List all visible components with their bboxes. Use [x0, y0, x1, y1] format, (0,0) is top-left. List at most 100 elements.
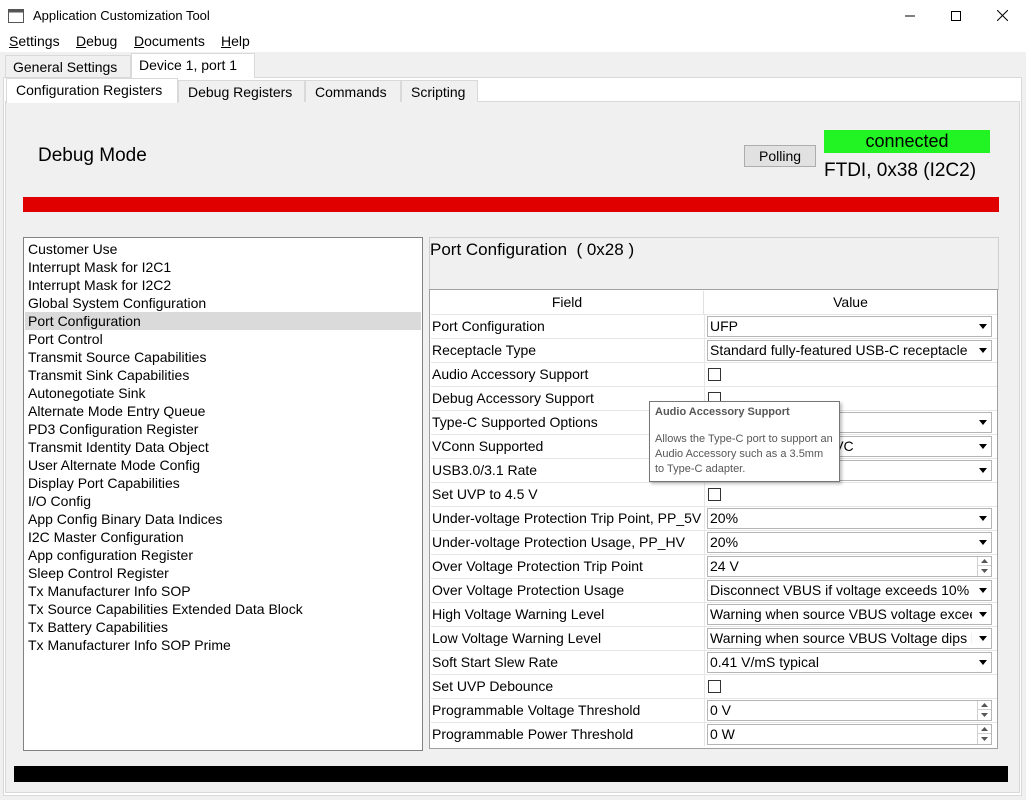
register-list-item[interactable]: Transmit Source Capabilities	[25, 348, 421, 366]
field-name: Soft Start Slew Rate	[431, 651, 705, 674]
field-value-cell	[706, 363, 997, 386]
mode-label: Debug Mode	[38, 145, 147, 166]
grid-row: Under-voltage Protection Trip Point, PP_…	[431, 506, 997, 530]
spin-down-icon[interactable]	[978, 734, 991, 743]
register-list-item[interactable]: Alternate Mode Entry Queue	[25, 402, 421, 420]
maximize-button[interactable]	[933, 0, 979, 31]
chevron-down-icon[interactable]	[975, 509, 991, 528]
menu-documents-label: ocuments	[144, 33, 205, 49]
register-list-item[interactable]: Display Port Capabilities	[25, 474, 421, 492]
register-list-item[interactable]: User Alternate Mode Config	[25, 456, 421, 474]
dropdown-value: 20%	[710, 510, 739, 526]
spin-down-icon[interactable]	[978, 566, 991, 575]
grid-row: Soft Start Slew Rate 0.41 V/mS typical	[431, 650, 997, 674]
chevron-down-icon[interactable]	[975, 605, 991, 624]
column-header-field[interactable]: Field	[431, 291, 704, 314]
chevron-down-icon[interactable]	[975, 341, 991, 360]
minimize-button[interactable]	[887, 0, 933, 31]
tab-general-settings[interactable]: General Settings	[5, 55, 131, 77]
device-info: FTDI, 0x38 (I2C2)	[824, 160, 977, 181]
menu-debug[interactable]: Debug	[76, 33, 117, 49]
grid-row: Programmable Voltage Threshold 0 V	[431, 698, 997, 722]
value-dropdown[interactable]: UFP	[707, 316, 992, 337]
window-title: Application Customization Tool	[33, 8, 210, 23]
grid-row: Receptacle Type Standard fully-featured U…	[431, 338, 997, 362]
chevron-down-icon[interactable]	[975, 581, 991, 600]
chevron-down-icon[interactable]	[975, 533, 991, 552]
value-spinbox[interactable]: 0 V	[707, 700, 992, 721]
grid-row: Over Voltage Protection Trip Point 24 V	[431, 554, 997, 578]
register-list-item[interactable]: PD3 Configuration Register	[25, 420, 421, 438]
value-dropdown[interactable]: Warning when source VBUS voltage excee	[707, 604, 992, 625]
chevron-down-icon[interactable]	[975, 461, 991, 480]
tab-commands[interactable]: Commands	[305, 80, 401, 102]
close-button[interactable]	[979, 0, 1025, 31]
polling-button[interactable]: Polling	[744, 145, 816, 167]
value-dropdown[interactable]: 20%	[707, 508, 992, 529]
register-list-item[interactable]: Tx Manufacturer Info SOP	[25, 582, 421, 600]
menu-documents[interactable]: Documents	[134, 33, 205, 49]
register-list-item[interactable]: Port Control	[25, 330, 421, 348]
value-dropdown[interactable]: Standard fully-featured USB-C receptacle	[707, 340, 992, 361]
register-list-item[interactable]: Global System Configuration	[25, 294, 421, 312]
chevron-down-icon[interactable]	[975, 437, 991, 456]
menu-help[interactable]: Help	[221, 33, 250, 49]
field-value-cell: 20%	[706, 531, 997, 554]
register-list-item[interactable]: Customer Use	[25, 240, 421, 258]
field-name: Audio Accessory Support	[431, 363, 705, 386]
register-list-item[interactable]: Tx Source Capabilities Extended Data Blo…	[25, 600, 421, 618]
column-header-value[interactable]: Value	[705, 291, 996, 314]
tab-device-1-port-1[interactable]: Device 1, port 1	[131, 53, 255, 78]
spin-down-icon[interactable]	[978, 710, 991, 719]
register-list-item[interactable]: Port Configuration	[25, 312, 421, 330]
field-value-cell	[706, 483, 997, 506]
menu-settings[interactable]: Settings	[9, 33, 60, 49]
grid-row: Set UVP Debounce	[431, 674, 997, 698]
dropdown-value: 0.41 V/mS typical	[710, 654, 819, 670]
chevron-down-icon[interactable]	[975, 629, 991, 648]
value-dropdown[interactable]: Warning when source VBUS Voltage dips b	[707, 628, 992, 649]
value-dropdown[interactable]: 20%	[707, 532, 992, 553]
grid-row: Port Configuration UFP	[431, 314, 997, 338]
menu-documents-accel: D	[134, 33, 145, 49]
field-name: Set UVP Debounce	[431, 675, 705, 698]
menu-help-label: elp	[231, 33, 250, 49]
value-spinbox[interactable]: 24 V	[707, 556, 992, 577]
register-list-item[interactable]: Interrupt Mask for I2C1	[25, 258, 421, 276]
value-spinbox[interactable]: 0 W	[707, 724, 992, 745]
menu-debug-accel: D	[76, 33, 87, 49]
grid-row: Under-voltage Protection Usage, PP_HV 20%	[431, 530, 997, 554]
register-list-item[interactable]: Autonegotiate Sink	[25, 384, 421, 402]
field-name: Port Configuration	[431, 315, 705, 338]
register-list-item[interactable]: Sleep Control Register	[25, 564, 421, 582]
register-list-item[interactable]: Transmit Sink Capabilities	[25, 366, 421, 384]
value-dropdown[interactable]: 0.41 V/mS typical	[707, 652, 992, 673]
tab-scripting[interactable]: Scripting	[401, 80, 478, 102]
value-dropdown[interactable]: Disconnect VBUS if voltage exceeds 10% o	[707, 580, 992, 601]
register-list-item[interactable]: I2C Master Configuration	[25, 528, 421, 546]
tab-debug-registers[interactable]: Debug Registers	[178, 80, 305, 102]
spin-up-icon[interactable]	[978, 701, 991, 710]
spin-buttons	[977, 557, 991, 576]
register-list-item[interactable]: Transmit Identity Data Object	[25, 438, 421, 456]
register-list-item[interactable]: Tx Battery Capabilities	[25, 618, 421, 636]
register-list-item[interactable]: Tx Manufacturer Info SOP Prime	[25, 636, 421, 654]
tooltip-body: Allows the Type-C port to support an Aud…	[655, 433, 833, 475]
register-list[interactable]: Customer Use Interrupt Mask for I2C1 Inter…	[23, 237, 423, 751]
value-checkbox[interactable]	[708, 368, 721, 381]
spin-up-icon[interactable]	[978, 557, 991, 566]
register-list-item[interactable]: App configuration Register	[25, 546, 421, 564]
chevron-down-icon[interactable]	[975, 653, 991, 672]
tab-configuration-registers[interactable]: Configuration Registers	[6, 78, 178, 103]
chevron-down-icon[interactable]	[975, 413, 991, 432]
field-name: Programmable Voltage Threshold	[431, 699, 705, 722]
value-checkbox[interactable]	[708, 680, 721, 693]
spin-up-icon[interactable]	[978, 725, 991, 734]
spinbox-value: 24 V	[710, 558, 739, 574]
register-list-item[interactable]: App Config Binary Data Indices	[25, 510, 421, 528]
chevron-down-icon[interactable]	[975, 317, 991, 336]
value-checkbox[interactable]	[708, 488, 721, 501]
spinbox-value: 0 W	[710, 726, 735, 742]
register-list-item[interactable]: Interrupt Mask for I2C2	[25, 276, 421, 294]
register-list-item[interactable]: I/O Config	[25, 492, 421, 510]
